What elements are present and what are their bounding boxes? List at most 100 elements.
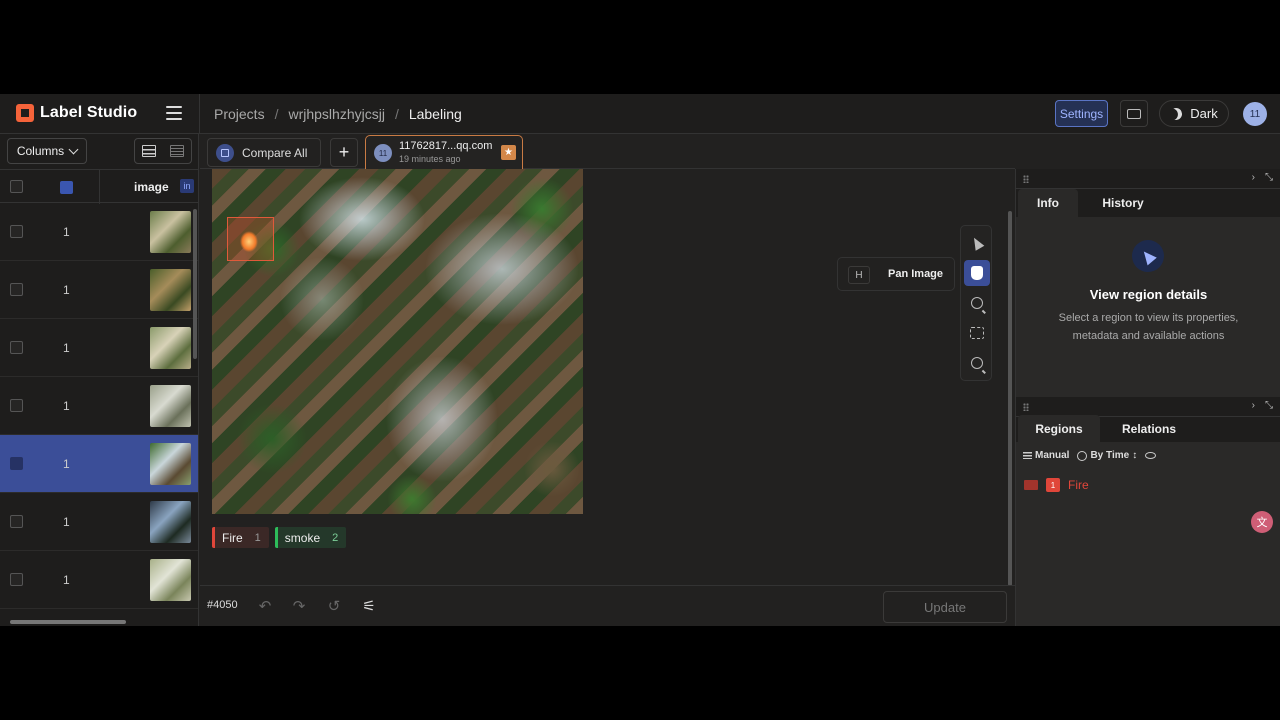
grouping-manual[interactable]: Manual (1023, 450, 1069, 461)
redo-icon[interactable]: ↷ (290, 597, 308, 615)
divider (199, 94, 200, 134)
compare-all-button[interactable]: Compare All (207, 138, 321, 167)
regions-pane: Manual By Time ↕ 1 Fire (1016, 442, 1280, 626)
breadcrumb-project[interactable]: wrjhpslhzhyjcsjj (288, 106, 384, 122)
list-icon (1023, 452, 1032, 459)
expand-icon[interactable]: ⤡ (1265, 400, 1273, 411)
pointer-tool[interactable] (964, 230, 990, 256)
label-name: Fire (222, 530, 243, 545)
info-tabs: Info History (1016, 189, 1280, 217)
row-checkbox[interactable] (10, 225, 23, 238)
table-row[interactable]: 1 (0, 435, 198, 493)
grid-view-button[interactable] (163, 139, 191, 163)
settings-sliders-icon[interactable]: ⚟ (360, 597, 378, 615)
table-row[interactable]: 1 (0, 377, 198, 435)
table-row[interactable]: 1 (0, 261, 198, 319)
row-value: 1 (63, 573, 70, 587)
star-icon[interactable]: ★ (501, 145, 516, 160)
fire-bounding-box[interactable] (227, 217, 274, 261)
flame-region (234, 224, 264, 256)
label-smoke[interactable]: smoke 2 (274, 527, 347, 548)
zoom-in-tool[interactable] (964, 290, 990, 316)
tab-history[interactable]: History (1088, 189, 1158, 217)
zoom-in-icon (971, 297, 983, 309)
region-tools: Manual By Time ↕ (1023, 450, 1157, 461)
reset-icon[interactable]: ↺ (325, 597, 343, 615)
collapse-icon[interactable]: › (1252, 400, 1255, 411)
task-image[interactable] (212, 169, 583, 514)
settings-button[interactable]: Settings (1055, 100, 1108, 127)
table-row[interactable]: 1 (0, 493, 198, 551)
row-checkbox[interactable] (10, 457, 23, 470)
annotation-time: 19 minutes ago (399, 154, 461, 164)
add-annotation-button[interactable]: + (330, 138, 358, 167)
labeling-canvas: H Pan Image Fire 1 smoke 2 (200, 169, 1015, 585)
grid-view-icon (170, 145, 184, 157)
breadcrumb-current: Labeling (408, 106, 462, 122)
info-pane: View region details Select a region to v… (1016, 217, 1280, 397)
zoom-out-tool[interactable] (964, 350, 990, 376)
column-divider[interactable] (99, 170, 100, 204)
table-row[interactable]: 1 (0, 203, 198, 261)
table-row[interactable]: 1 (0, 551, 198, 609)
vertical-scrollbar[interactable] (193, 209, 197, 359)
row-checkbox[interactable] (10, 283, 23, 296)
annotation-tab[interactable]: 11 11762817...qq.com 19 minutes ago ★ (365, 135, 523, 169)
compare-label: Compare All (242, 145, 308, 160)
row-checkbox[interactable] (10, 399, 23, 412)
region-index: 1 (1046, 478, 1060, 492)
info-title: View region details (1089, 287, 1208, 302)
row-checkbox[interactable] (10, 341, 23, 354)
annotation-tabs: Compare All + 11 11762817...qq.com 19 mi… (200, 134, 1015, 169)
table-row[interactable]: 1 (0, 319, 198, 377)
image-column-header[interactable]: image (134, 180, 169, 194)
pan-tool[interactable] (964, 260, 990, 286)
scrollbar-thumb[interactable] (10, 620, 126, 624)
fit-icon (970, 327, 984, 339)
top-bar: Label Studio Projects / wrjhpslhzhyjcsjj… (0, 94, 1280, 134)
label-name: smoke (284, 530, 321, 545)
breadcrumb-separator: / (394, 106, 399, 122)
label-hotkey: 1 (254, 531, 261, 544)
column-type-icon (60, 181, 73, 194)
collapse-icon[interactable]: › (1252, 172, 1255, 183)
image-toolbar (960, 225, 992, 381)
drag-handle-icon[interactable] (1023, 175, 1029, 183)
translate-icon[interactable]: 文 (1251, 511, 1273, 533)
columns-dropdown[interactable]: Columns (7, 138, 87, 164)
expand-icon[interactable]: ⤡ (1265, 172, 1273, 183)
rectangle-icon (1024, 480, 1038, 490)
fit-tool[interactable] (964, 320, 990, 346)
row-checkbox[interactable] (10, 573, 23, 586)
list-view-icon (142, 145, 156, 157)
row-thumbnail (150, 269, 191, 311)
tab-relations[interactable]: Relations (1114, 415, 1184, 443)
visibility-eye-icon[interactable] (1145, 452, 1157, 459)
drag-handle-icon[interactable] (1023, 403, 1029, 411)
bottom-bar: #4050 ↶ ↷ ↺ ⚟ Update (200, 585, 1015, 626)
row-thumbnail (150, 327, 191, 369)
list-view-button[interactable] (135, 139, 163, 163)
label-fire[interactable]: Fire 1 (212, 527, 269, 548)
theme-toggle-button[interactable]: Dark (1159, 100, 1229, 127)
user-avatar[interactable]: 11 (1243, 102, 1267, 126)
zoom-out-icon (971, 357, 983, 369)
update-button[interactable]: Update (883, 591, 1007, 623)
undo-icon[interactable]: ↶ (256, 597, 274, 615)
row-value: 1 (63, 515, 70, 529)
horizontal-scrollbar[interactable] (4, 619, 194, 624)
tab-regions[interactable]: Regions (1018, 415, 1100, 443)
row-checkbox[interactable] (10, 515, 23, 528)
keyboard-shortcuts-button[interactable] (1120, 100, 1148, 127)
grouping-label: Manual (1035, 450, 1070, 461)
sort-by-time[interactable]: By Time ↕ (1077, 450, 1137, 461)
canvas-scrollbar[interactable] (1008, 211, 1012, 586)
select-all-checkbox[interactable] (10, 180, 23, 193)
brand[interactable]: Label Studio (16, 104, 137, 122)
tab-info[interactable]: Info (1018, 189, 1078, 217)
menu-icon[interactable] (166, 106, 182, 120)
row-thumbnail (150, 443, 191, 485)
breadcrumb-projects[interactable]: Projects (214, 106, 265, 122)
info-description: Select a region to view its properties, … (1058, 312, 1239, 342)
region-item[interactable]: 1 Fire (1024, 478, 1089, 492)
